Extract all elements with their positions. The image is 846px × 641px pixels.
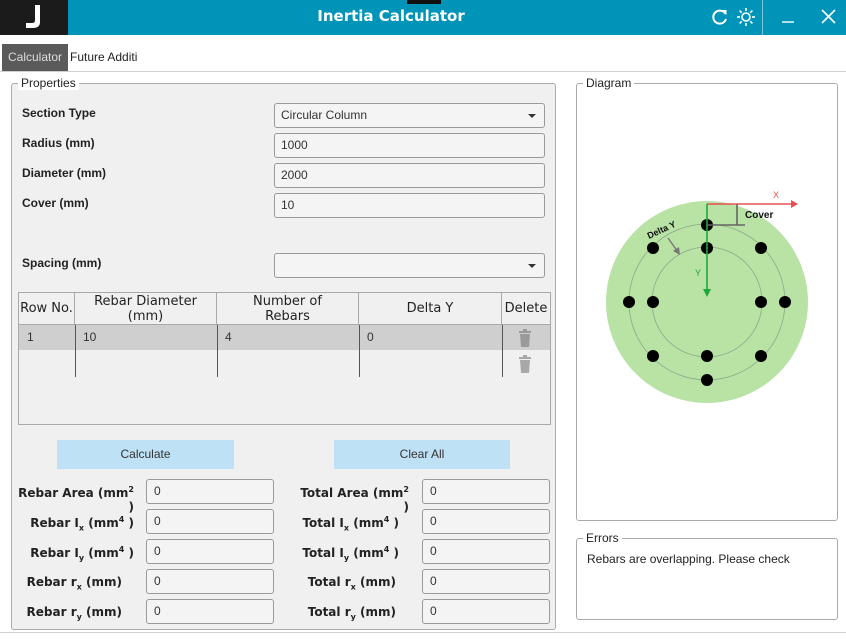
cover-label: Cover: [745, 210, 773, 221]
clear-all-button[interactable]: Clear All: [334, 440, 510, 469]
total-rx-label: Total rx (mm): [307, 575, 396, 592]
rebar-dot: [779, 296, 791, 308]
total-area-label: Total Area (mm2 ): [300, 485, 409, 514]
total-ry-label: Total ry (mm): [307, 605, 396, 622]
diagram-panel: Diagram X Y Cover Delta Y: [576, 76, 838, 521]
properties-title: Properties: [18, 76, 79, 90]
x-axis-label: X: [773, 190, 779, 200]
y-axis-label: Y: [695, 268, 701, 278]
total-iy-field[interactable]: 0: [422, 539, 550, 564]
cover-label: Cover (mm): [22, 196, 89, 210]
header-rebar-diameter: Rebar Diameter (mm): [75, 293, 217, 325]
column-divider: [75, 325, 76, 377]
sun-icon[interactable]: [735, 6, 757, 28]
radius-field[interactable]: 1000: [274, 133, 545, 158]
rebar-area-field[interactable]: 0: [146, 479, 274, 504]
cell-rebar-diameter[interactable]: 10: [75, 325, 96, 350]
cell-number-of-rebars[interactable]: 4: [217, 325, 232, 350]
rebar-dot: [623, 296, 635, 308]
window-controls-divider: [762, 0, 763, 35]
header-delta-y: Delta Y: [359, 293, 502, 325]
header-rebar-diameter-line1: Rebar Diameter: [94, 293, 197, 309]
spacing-label: Spacing (mm): [22, 256, 102, 270]
column-divider: [502, 325, 503, 377]
diameter-label: Diameter (mm): [22, 166, 107, 180]
rebar-ry-label: Rebar ry (mm): [26, 605, 122, 622]
tab-bar: Calculator Future Additi: [0, 44, 846, 72]
rebar-ix-field[interactable]: 0: [146, 509, 274, 534]
radius-label: Radius (mm): [22, 136, 95, 150]
rebar-rx-field[interactable]: 0: [146, 569, 274, 594]
total-ix-label: Total Ix (mm4 ): [302, 515, 399, 533]
x-axis-arrow: [791, 200, 798, 208]
total-area-field[interactable]: 0: [422, 479, 550, 504]
header-delete: Delete: [502, 293, 550, 325]
section-type-select[interactable]: Circular Column: [274, 103, 545, 128]
header-number-of-rebars-line2: Rebars: [265, 308, 310, 324]
app-title: Inertia Calculator: [317, 7, 465, 25]
section-type-label: Section Type: [22, 106, 96, 120]
rebar-dot: [755, 242, 767, 254]
title-grip: [407, 0, 441, 4]
calculate-button[interactable]: Calculate: [57, 440, 234, 469]
rebar-dot: [647, 350, 659, 362]
header-delta-y-text: Delta Y: [406, 301, 454, 316]
title-bar: Inertia Calculator: [0, 0, 846, 35]
section-type-value: Circular Column: [281, 108, 368, 122]
rebar-dot: [647, 296, 659, 308]
properties-panel: Properties Section Type Circular Column …: [11, 76, 556, 630]
diameter-field[interactable]: 2000: [274, 163, 545, 188]
rebar-dot: [755, 296, 767, 308]
errors-panel: Errors Rebars are overlapping. Please ch…: [576, 531, 838, 620]
total-ry-field[interactable]: 0: [422, 599, 550, 624]
header-number-of-rebars-line1: Number of: [253, 293, 322, 309]
tab-calculator[interactable]: Calculator: [2, 44, 68, 71]
spacing-select[interactable]: [274, 253, 545, 278]
cell-delta-y[interactable]: 0: [359, 325, 374, 350]
rebar-ry-field[interactable]: 0: [146, 599, 274, 624]
trash-icon[interactable]: [518, 329, 532, 347]
refresh-icon[interactable]: [709, 6, 731, 28]
header-row-no-text: Row No.: [20, 301, 73, 316]
close-icon[interactable]: [818, 6, 840, 28]
total-rx-field[interactable]: 0: [422, 569, 550, 594]
tab-future-additions[interactable]: Future Additi: [70, 44, 137, 71]
rebar-rx-label: Rebar rx (mm): [26, 575, 122, 592]
rebar-iy-label: Rebar Iy (mm4 ): [30, 545, 134, 563]
total-ix-field[interactable]: 0: [422, 509, 550, 534]
status-divider: [0, 632, 846, 633]
total-iy-label: Total Iy (mm4 ): [302, 545, 399, 563]
errors-title: Errors: [583, 531, 622, 545]
header-delete-text: Delete: [504, 301, 548, 316]
rebar-dot: [755, 350, 767, 362]
table-row[interactable]: [19, 325, 550, 350]
rebar-area-label: Rebar Area (mm2 ): [18, 485, 134, 514]
cover-field[interactable]: 10: [274, 193, 545, 218]
minimize-icon[interactable]: [778, 6, 800, 28]
cell-row-no[interactable]: 1: [19, 325, 34, 350]
section-diagram: X Y Cover Delta Y: [606, 190, 808, 403]
column-divider: [359, 325, 360, 377]
header-row-no: Row No.: [19, 293, 75, 325]
trash-icon[interactable]: [518, 355, 532, 373]
rebar-ix-label: Rebar Ix (mm4 ): [30, 515, 134, 533]
rebar-dot: [701, 374, 713, 386]
error-message: Rebars are overlapping. Please check: [587, 552, 790, 566]
header-rebar-diameter-line2: (mm): [127, 308, 164, 324]
column-divider: [217, 325, 218, 377]
rebar-table: Row No. Rebar Diameter (mm) Number of Re…: [18, 292, 551, 425]
rebar-dot: [701, 350, 713, 362]
rebar-dot: [647, 242, 659, 254]
header-number-of-rebars: Number of Rebars: [217, 293, 359, 325]
rebar-iy-field[interactable]: 0: [146, 539, 274, 564]
